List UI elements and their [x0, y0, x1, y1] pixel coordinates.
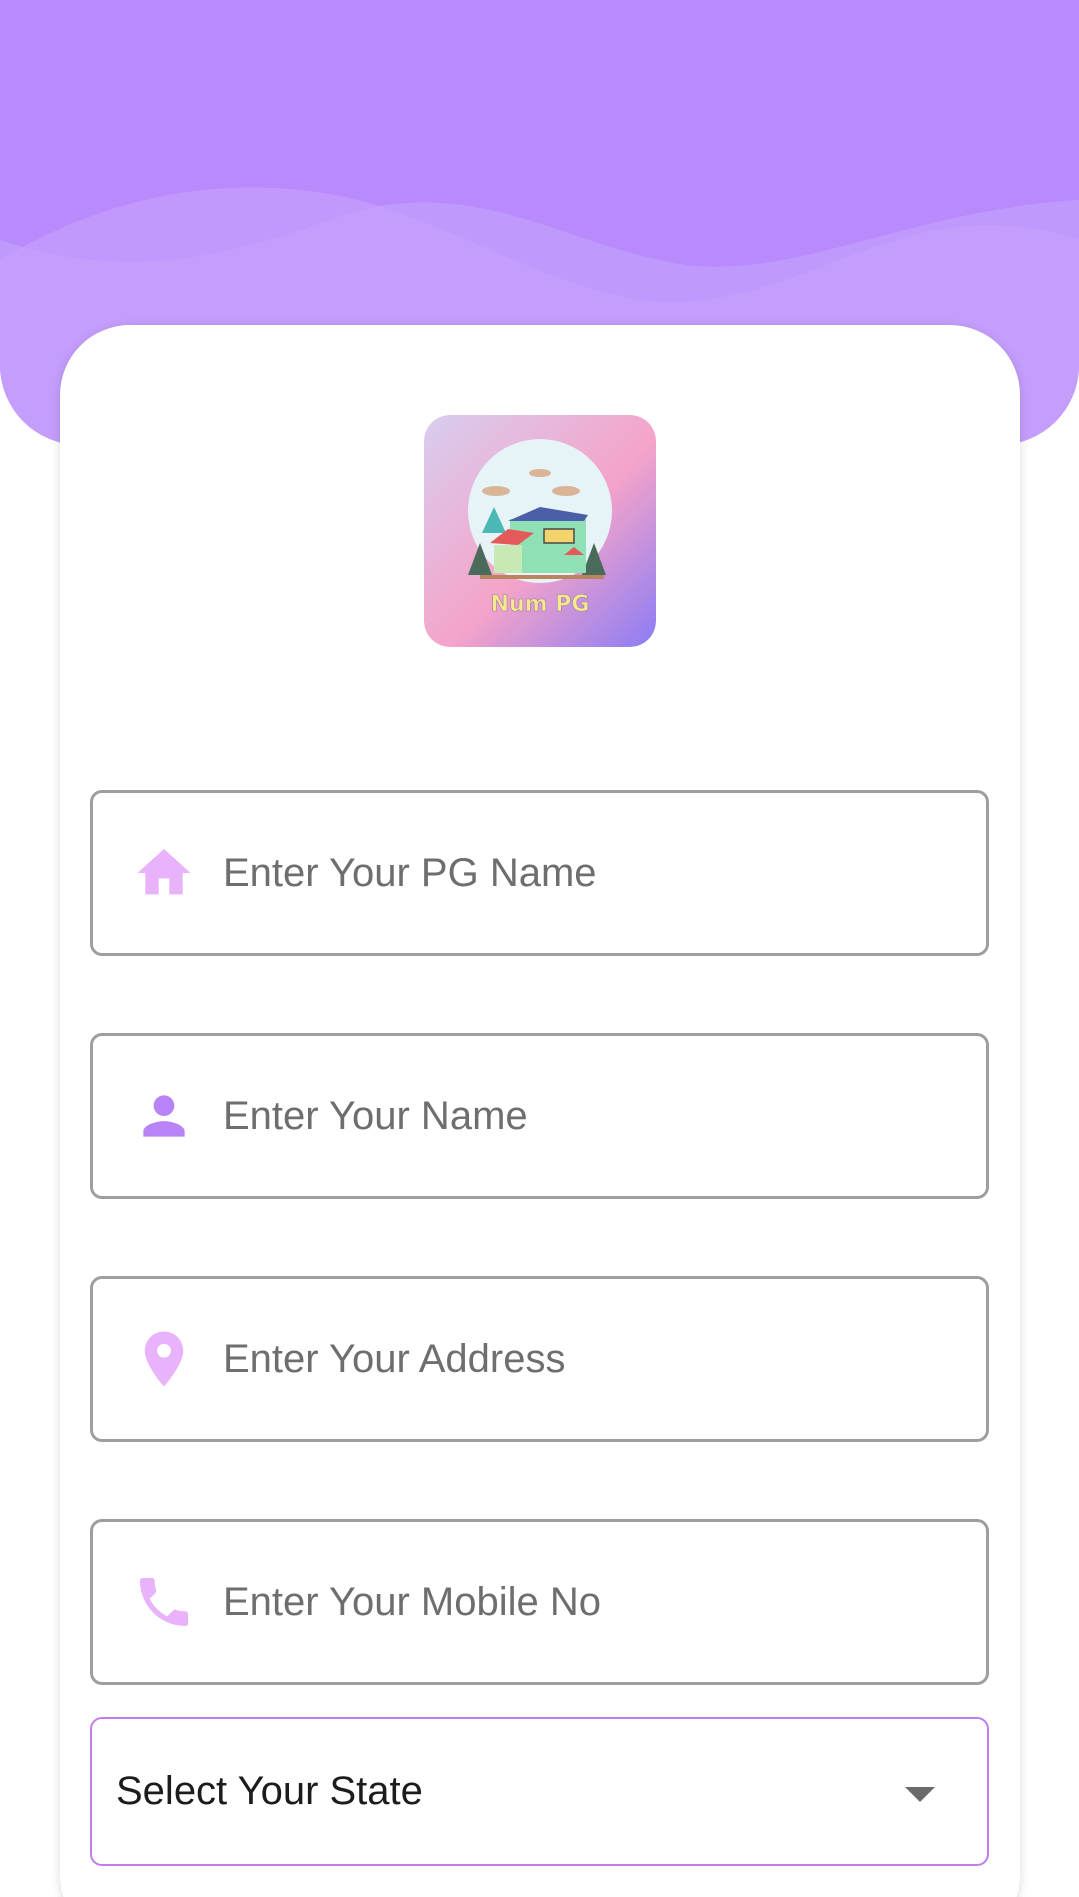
mobile-input[interactable]	[223, 1579, 943, 1625]
dropdown-caret-icon[interactable]	[905, 1787, 935, 1802]
owner-name-field[interactable]	[90, 1033, 989, 1199]
home-icon	[129, 838, 199, 908]
mobile-field[interactable]	[90, 1519, 989, 1685]
address-input[interactable]	[223, 1336, 943, 1382]
phone-icon	[129, 1567, 199, 1637]
location-pin-icon	[129, 1324, 199, 1394]
state-select[interactable]: Select Your State	[90, 1717, 989, 1866]
screen: Num PG Select Your State	[0, 0, 1079, 1897]
person-icon	[129, 1081, 199, 1151]
pg-name-input[interactable]	[223, 850, 943, 896]
logo-text: Num PG	[491, 592, 590, 617]
state-select-label: Select Your State	[116, 1769, 423, 1813]
app-logo: Num PG	[424, 415, 656, 647]
address-field[interactable]	[90, 1276, 989, 1442]
owner-name-input[interactable]	[223, 1093, 943, 1139]
pg-name-field[interactable]	[90, 790, 989, 956]
